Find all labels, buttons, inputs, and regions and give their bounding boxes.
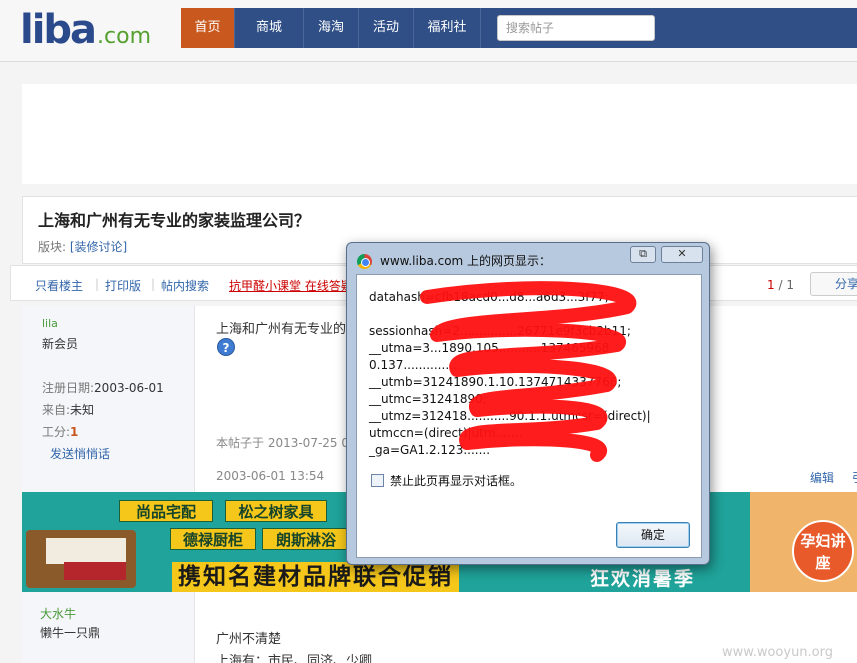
in-thread-search-link[interactable]: 帖内搜索: [161, 277, 209, 294]
watermark: www.wooyun.org: [722, 645, 834, 660]
post-body-line: 上海有：市民、同济、少卿: [216, 654, 373, 663]
ok-button[interactable]: 确定: [616, 522, 690, 548]
share-button[interactable]: 分享: [810, 272, 857, 296]
toolbar-divider: |: [151, 277, 156, 291]
reg-date-value: 2003-06-01: [94, 381, 164, 395]
send-pm-link[interactable]: 发送悄悄话: [50, 445, 110, 462]
page-total: / 1: [778, 278, 794, 292]
dialog-body: datahash=cfb18acd0...d8...a6d3...3f77; s…: [356, 274, 702, 558]
nav-haitao[interactable]: 海淘: [304, 8, 359, 48]
close-icon[interactable]: ✕: [661, 246, 703, 263]
board-info: 版块: [装修讨论]: [38, 238, 127, 255]
pager: 1 / 1: [767, 278, 794, 292]
nav-activity[interactable]: 活动: [359, 8, 414, 48]
from-value: 未知: [70, 403, 95, 417]
points-info: 工分:1: [42, 423, 78, 440]
author-panel: lila 新会员 注册日期:2003-06-01 来自:未知 工分:1 发送悄悄…: [22, 306, 195, 492]
nav-welfare[interactable]: 福利社: [414, 8, 481, 48]
author-name[interactable]: lila: [42, 317, 58, 330]
only-op-link[interactable]: 只看楼主: [35, 277, 83, 294]
print-link[interactable]: 打印版: [105, 277, 141, 294]
from-label: 来自:: [42, 403, 71, 417]
points-label: 工分:: [42, 425, 71, 439]
suppress-label: 禁止此页再显示对话框。: [390, 474, 523, 488]
suppress-dialogs[interactable]: 禁止此页再显示对话框。: [371, 472, 522, 489]
post-body-line: 广州不清楚: [216, 632, 282, 647]
author-panel: 大水牛 懒牛一只鼎: [22, 592, 195, 663]
banner-slogan-2: 狂欢消暑季: [590, 568, 696, 590]
from-info: 来自:未知: [42, 401, 94, 418]
lecture-badge: 孕妇讲座: [792, 520, 854, 582]
post-edit-note: 本帖子于 2013-07-25 09: [216, 436, 357, 450]
promo-link[interactable]: 抗甲醛小课堂 在线答疑: [229, 277, 353, 294]
suppress-checkbox[interactable]: [371, 474, 384, 487]
post-date: 2003-06-01 13:54: [216, 469, 325, 483]
restore-icon[interactable]: ⧉: [630, 246, 656, 263]
site-logo[interactable]: liba .com: [20, 10, 151, 50]
nav-mall[interactable]: 商城: [235, 8, 304, 48]
search-input[interactable]: 搜索帖子: [497, 15, 655, 41]
cookie-text: datahash=cfb18acd0...d8...a6d3...3f77; s…: [369, 290, 651, 457]
quote-link[interactable]: 引: [852, 469, 857, 486]
post-body: 上海和广州有无专业的: [216, 322, 347, 337]
logo-text: liba: [20, 7, 97, 53]
points-value: 1: [70, 425, 79, 439]
author-rank: 懒牛一只鼎: [40, 626, 101, 640]
toolbar-divider: |: [95, 277, 100, 291]
brand-tag: 朗斯淋浴: [262, 528, 350, 550]
ad-slot: [22, 84, 857, 184]
question-icon: ?: [217, 338, 235, 356]
board-label: 版块:: [38, 240, 67, 254]
bed-image: [26, 530, 136, 588]
top-header: liba .com 首页 商城 海淘 活动 福利社 搜索帖子: [0, 0, 857, 62]
brand-tag: 尚品宅配: [119, 500, 213, 522]
author-name[interactable]: 大水牛: [40, 605, 76, 622]
edit-link[interactable]: 编辑: [810, 469, 834, 486]
logo-suffix: .com: [97, 24, 152, 49]
board-link[interactable]: [装修讨论]: [70, 240, 127, 254]
author-rank: 新会员: [42, 337, 79, 351]
nav-home[interactable]: 首页: [181, 8, 235, 48]
brand-tag: 德禄厨柜: [170, 528, 256, 550]
chrome-icon: [357, 253, 372, 269]
dialog-title: www.liba.com 上的网页显示：: [380, 254, 552, 268]
alert-dialog: www.liba.com 上的网页显示： ⧉ ✕ datahash=cfb18a…: [346, 242, 710, 565]
banner-slogan: 携知名建材品牌联合促销: [172, 562, 459, 592]
reg-date-label: 注册日期:: [42, 381, 95, 395]
dialog-title-bar: www.liba.com 上的网页显示：: [357, 251, 551, 271]
page-current: 1: [767, 278, 775, 292]
reg-date: 注册日期:2003-06-01: [42, 379, 164, 396]
brand-tag: 松之树家具: [225, 500, 327, 522]
thread-title: 上海和广州有无专业的家装监理公司？: [38, 211, 311, 230]
